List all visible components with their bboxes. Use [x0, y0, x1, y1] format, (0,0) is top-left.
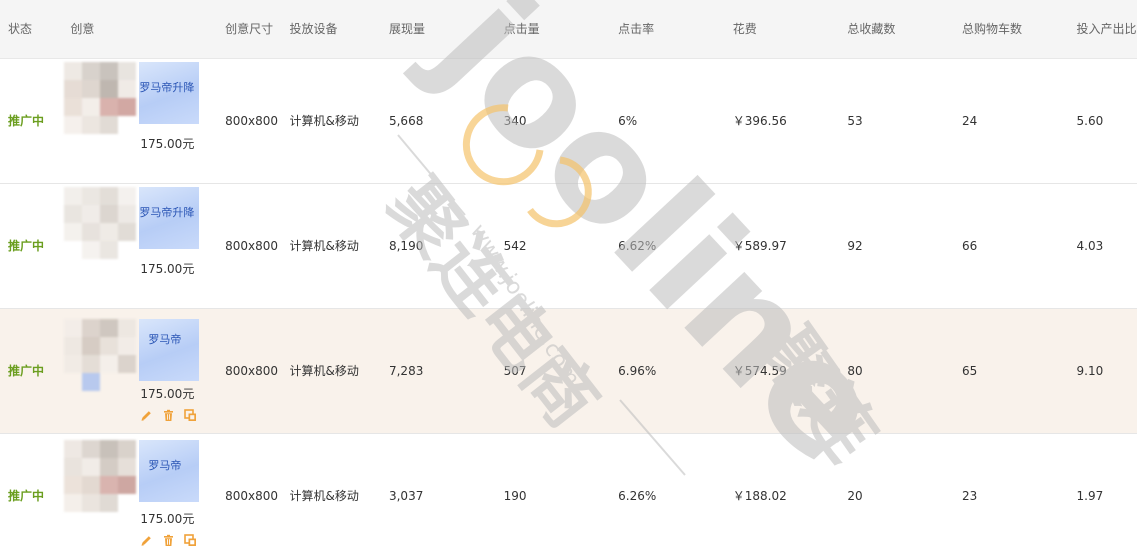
- favorites-cell: 92: [839, 183, 954, 309]
- header-ctr: 点击率: [610, 0, 725, 59]
- creative-price: 175.00元: [140, 261, 195, 276]
- creative-report-table: 状态 创意 创意尺寸 投放设备 展现量 点击量 点击率 花费 总收藏数 总购物车…: [0, 0, 1137, 551]
- favorites-cell: 80: [839, 308, 954, 434]
- delete-icon[interactable]: [162, 534, 175, 547]
- favorites-cell: 53: [839, 58, 954, 184]
- clicks-cell: 340: [495, 58, 611, 184]
- clicks-cell: 542: [495, 183, 611, 309]
- ctr-cell: 6%: [610, 58, 725, 184]
- table-row-hovered[interactable]: 推广中 罗马帝 175.00元 800x800 计算机&移动 7,283 507…: [0, 308, 1137, 434]
- table-header-row: 状态 创意 创意尺寸 投放设备 展现量 点击量 点击率 花费 总收藏数 总购物车…: [0, 0, 1137, 59]
- device-cell: 计算机&移动: [281, 308, 381, 434]
- edit-icon[interactable]: [140, 534, 153, 547]
- cost-cell: ￥589.97: [724, 183, 840, 309]
- ctr-cell: 6.62%: [610, 183, 725, 309]
- cart-cell: 66: [953, 183, 1069, 309]
- status-cell: 推广中: [0, 308, 63, 434]
- cost-cell: ￥574.59: [724, 308, 840, 434]
- row-actions: [140, 408, 197, 422]
- copy-icon[interactable]: [184, 533, 197, 547]
- creative-report-panel: 状态 创意 创意尺寸 投放设备 展现量 点击量 点击率 花费 总收藏数 总购物车…: [0, 0, 1137, 551]
- status-cell: 推广中: [0, 58, 63, 184]
- size-cell: 800x800: [217, 433, 282, 551]
- impressions-cell: 5,668: [380, 58, 496, 184]
- size-cell: 800x800: [217, 58, 282, 184]
- header-clicks: 点击量: [495, 0, 611, 59]
- impressions-cell: 7,283: [380, 308, 496, 434]
- device-cell: 计算机&移动: [281, 58, 381, 184]
- row-actions: [140, 533, 197, 547]
- copy-icon[interactable]: [184, 408, 197, 422]
- header-cart: 总购物车数: [953, 0, 1069, 59]
- clicks-cell: 507: [495, 308, 611, 434]
- header-status: 状态: [0, 0, 63, 59]
- header-size: 创意尺寸: [217, 0, 282, 59]
- device-cell: 计算机&移动: [281, 183, 381, 309]
- impressions-cell: 3,037: [380, 433, 496, 551]
- creative-price: 175.00元: [140, 386, 195, 401]
- clicks-cell: 190: [495, 433, 611, 551]
- size-cell: 800x800: [217, 308, 282, 434]
- header-device: 投放设备: [281, 0, 381, 59]
- creative-cell[interactable]: 罗马帝 175.00元: [62, 308, 218, 434]
- creative-thumbnail-banner: [139, 318, 200, 381]
- table-row[interactable]: 推广中 罗马帝 175.00元 800x800 计算机&移动 3,037 190…: [0, 433, 1137, 551]
- creative-thumbnail-text: 罗马帝升降: [139, 80, 195, 94]
- creative-cell[interactable]: 罗马帝 175.00元: [62, 433, 218, 551]
- header-creative: 创意: [62, 0, 218, 59]
- ctr-cell: 6.26%: [610, 433, 725, 551]
- header-roi: 投入产出比: [1068, 0, 1137, 59]
- header-favorites: 总收藏数: [839, 0, 954, 59]
- roi-cell: 4.03: [1068, 183, 1137, 309]
- roi-cell: 5.60: [1068, 58, 1137, 184]
- header-impressions: 展现量: [380, 0, 496, 59]
- creative-cell[interactable]: 罗马帝升降 175.00元: [62, 183, 218, 309]
- roi-cell: 1.97: [1068, 433, 1137, 551]
- creative-thumbnail-text: 罗马帝: [148, 332, 182, 346]
- ctr-cell: 6.96%: [610, 308, 725, 434]
- status-cell: 推广中: [0, 183, 63, 309]
- table-row[interactable]: 推广中 罗马帝升降 175.00元 800x800 计算机&移动 8,190 5…: [0, 183, 1137, 309]
- impressions-cell: 8,190: [380, 183, 496, 309]
- creative-thumbnail-text: 罗马帝升降: [139, 205, 195, 219]
- creative-cell[interactable]: 罗马帝升降 175.00元: [62, 58, 218, 184]
- delete-icon[interactable]: [162, 409, 175, 422]
- creative-price: 175.00元: [140, 511, 195, 526]
- creative-thumbnail-text: 罗马帝: [148, 458, 182, 472]
- device-cell: 计算机&移动: [281, 433, 381, 551]
- favorites-cell: 20: [839, 433, 954, 551]
- cost-cell: ￥396.56: [724, 58, 840, 184]
- status-cell: 推广中: [0, 433, 63, 551]
- cart-cell: 65: [953, 308, 1069, 434]
- table-row[interactable]: 推广中 罗马帝升降 175.00元 800x800 计算机&移动 5,668 3…: [0, 58, 1137, 184]
- header-cost: 花费: [724, 0, 840, 59]
- edit-icon[interactable]: [140, 409, 153, 422]
- size-cell: 800x800: [217, 183, 282, 309]
- cost-cell: ￥188.02: [724, 433, 840, 551]
- roi-cell: 9.10: [1068, 308, 1137, 434]
- creative-price: 175.00元: [140, 136, 195, 151]
- cart-cell: 24: [953, 58, 1069, 184]
- cart-cell: 23: [953, 433, 1069, 551]
